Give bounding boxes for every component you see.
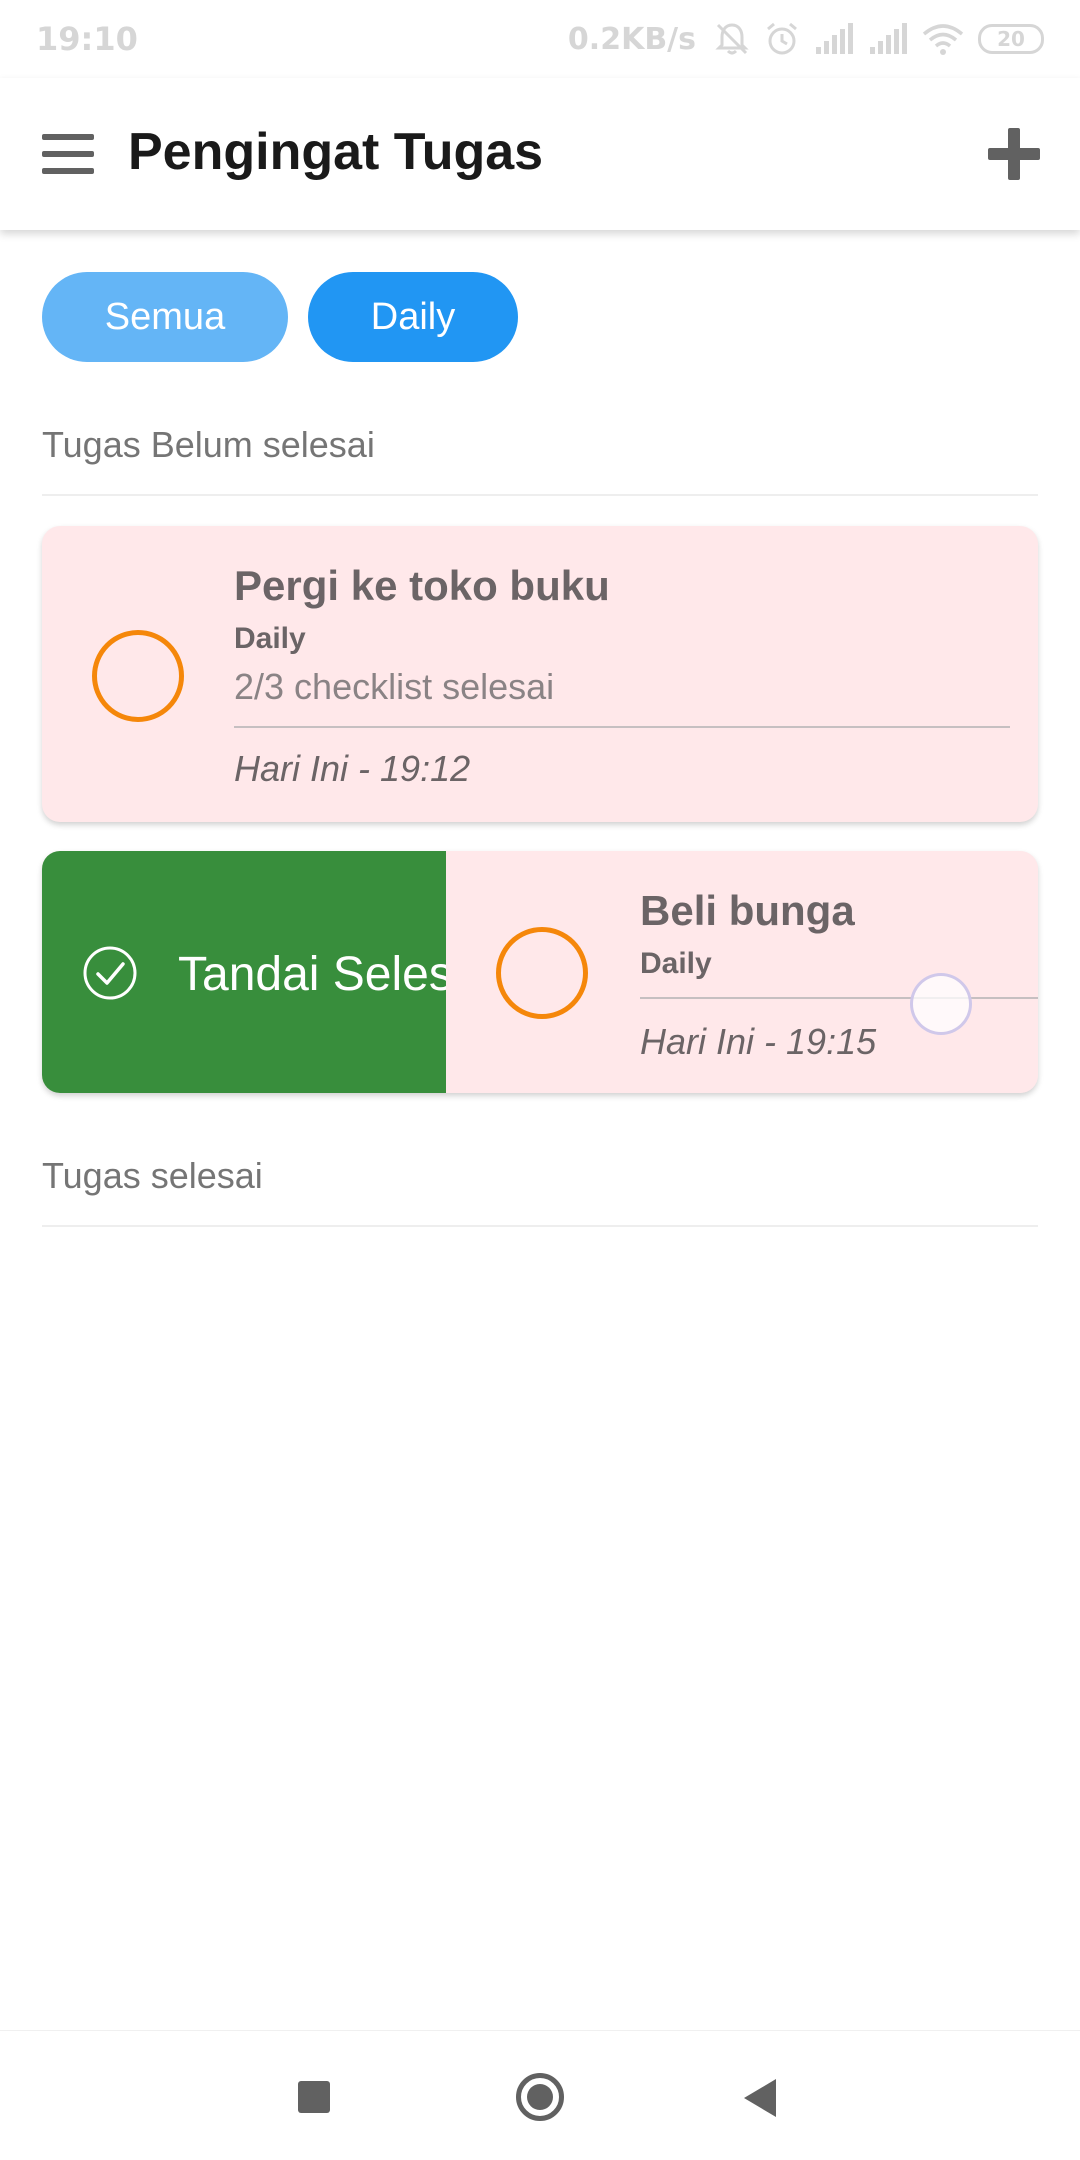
task-tag: Daily [234,622,306,655]
task-tag: Daily [640,947,712,980]
bell-off-icon [715,23,749,55]
page-title: Pengingat Tugas [128,123,544,181]
status-time: 19:10 [36,20,138,58]
recent-apps-icon[interactable] [298,2081,330,2113]
touch-indicator [910,973,972,1035]
battery-level: 20 [997,27,1025,51]
signal-icon [870,23,907,54]
network-speed: 0.2KB/s [567,21,696,57]
task-card-swiped[interactable]: Tandai Selesai Beli bunga Daily Hari Ini… [42,851,1038,1093]
task-checklist-progress: 2/3 checklist selesai [234,666,555,707]
task-time: Hari Ini - 19:15 [640,1021,877,1062]
app-bar: Pengingat Tugas [0,78,1080,230]
wifi-icon [922,24,964,55]
filter-chip-semua[interactable]: Semua [42,272,288,362]
add-task-button[interactable] [988,128,1040,180]
task-time: Hari Ini - 19:12 [234,748,471,789]
signal-icon [816,23,853,54]
task-divider [640,997,1038,999]
task-title: Pergi ke toko buku [234,562,610,609]
section-header-pending: Tugas Belum selesai [42,424,1038,496]
hamburger-menu-icon[interactable] [40,130,96,178]
alarm-icon [767,22,797,55]
task-card-content[interactable]: Beli bunga Daily Hari Ini - 19:15 [446,851,1038,1093]
mark-done-label: Tandai Selesai [178,948,446,1001]
check-circle-icon [83,946,137,1000]
task-complete-checkbox[interactable] [496,927,588,1019]
status-icons: 0.2KB/s 20 [568,18,1044,60]
battery-icon: 20 [978,24,1044,54]
task-title: Beli bunga [640,887,855,934]
section-header-done: Tugas selesai [42,1155,1038,1227]
system-nav-bar [0,2030,1080,2160]
filter-chip-daily[interactable]: Daily [308,272,518,362]
task-card[interactable]: Pergi ke toko buku Daily 2/3 checklist s… [42,526,1038,822]
back-icon[interactable] [744,2079,776,2117]
status-bar: 19:10 0.2KB/s 20 [0,0,1080,78]
mark-done-swipe-action[interactable]: Tandai Selesai [42,851,446,1093]
task-divider [234,726,1010,728]
home-icon[interactable] [516,2073,564,2121]
task-complete-checkbox[interactable] [92,630,184,722]
